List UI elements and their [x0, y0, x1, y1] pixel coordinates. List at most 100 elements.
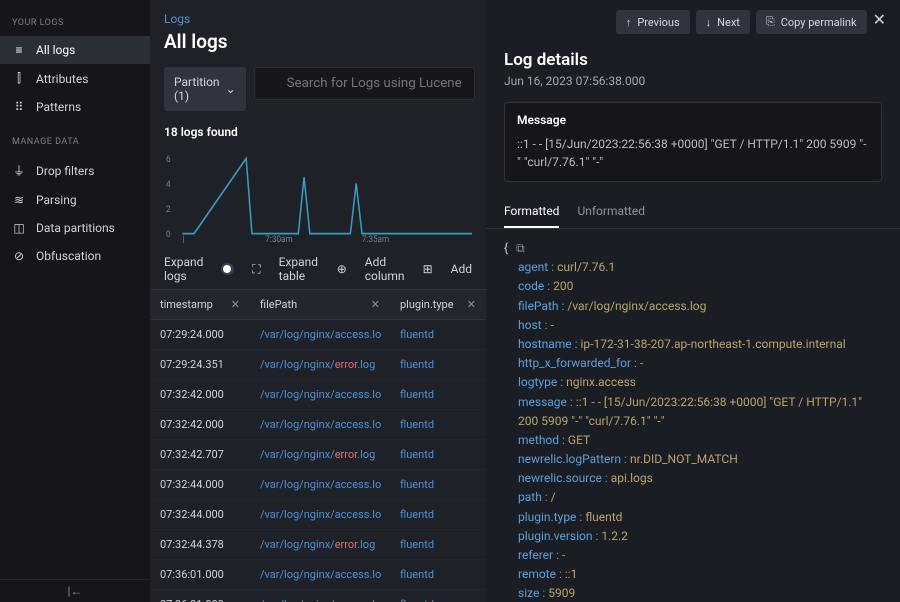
sidebar-icon: ⊘ [12, 249, 26, 263]
expand-table-button[interactable]: Expand table [279, 255, 319, 283]
cell-plugintype: fluentd [390, 320, 486, 349]
table-row[interactable]: 07:36:01.000/var/log/nginx/access.loflue… [150, 590, 486, 602]
cell-timestamp: 07:36:01.000 [150, 590, 250, 602]
table-row[interactable]: 07:32:42.000/var/log/nginx/access.loflue… [150, 410, 486, 440]
kv-key: referer [518, 548, 553, 562]
cell-filepath: /var/log/nginx/access.lo [250, 500, 390, 529]
log-detail-pane: ↑Previous ↓Next ⎘Copy permalink ✕ Log de… [486, 0, 900, 602]
kv-row: method : GET [504, 431, 882, 450]
cell-filepath: /var/log/nginx/access.lo [250, 590, 390, 602]
cell-filepath: /var/log/nginx/access.lo [250, 320, 390, 349]
cell-plugintype: fluentd [390, 470, 486, 499]
table-row[interactable]: 07:32:42.000/var/log/nginx/access.loflue… [150, 380, 486, 410]
cell-filepath: /var/log/nginx/access.lo [250, 560, 390, 589]
logs-chart: 02467:30am7:35am| [150, 149, 486, 249]
kv-row: plugin.type : fluentd [504, 508, 882, 527]
table-row[interactable]: 07:36:01.000/var/log/nginx/access.loflue… [150, 560, 486, 590]
svg-text:2: 2 [166, 205, 171, 216]
kv-row: http_x_forwarded_for : - [504, 354, 882, 373]
partition-button[interactable]: Partition (1) ⌄ [164, 67, 246, 111]
table-row[interactable]: 07:32:44.000/var/log/nginx/access.loflue… [150, 470, 486, 500]
close-icon[interactable]: ✕ [873, 10, 886, 34]
next-button[interactable]: ↓ Next [696, 10, 750, 34]
sidebar-item-data-partitions[interactable]: ◫ Data partitions [0, 214, 150, 242]
svg-text:6: 6 [166, 154, 171, 165]
table-row[interactable]: 07:32:42.707/var/log/nginx/error.logflue… [150, 440, 486, 470]
sidebar: YOUR LOGS ≡All logs⫿Attributes⠿Patterns … [0, 0, 150, 602]
table-row[interactable]: 07:29:24.351/var/log/nginx/error.logflue… [150, 350, 486, 380]
cell-filepath: /var/log/nginx/access.lo [250, 470, 390, 499]
cell-plugintype: fluentd [390, 530, 486, 559]
kv-value: / [551, 490, 556, 504]
kv-value: 200 [553, 279, 573, 293]
sidebar-item-label: Parsing [36, 193, 77, 207]
add-column-button[interactable]: Add column [365, 255, 405, 283]
sidebar-item-all-logs[interactable]: ≡All logs [0, 36, 150, 64]
cell-timestamp: 07:29:24.000 [150, 320, 250, 349]
sidebar-section-your-logs: YOUR LOGS [0, 14, 150, 36]
previous-button[interactable]: ↑Previous [616, 10, 690, 34]
cell-timestamp: 07:29:24.351 [150, 350, 250, 379]
col-plugintype[interactable]: plugin.type [400, 298, 454, 311]
add-button[interactable]: Add [451, 262, 472, 276]
svg-text:7:35am: 7:35am [362, 234, 390, 243]
add-column-icon: ⊕ [337, 262, 347, 276]
cell-filepath: /var/log/nginx/error.log [250, 530, 390, 559]
cell-timestamp: 07:32:42.707 [150, 440, 250, 469]
table-row[interactable]: 07:32:44.378/var/log/nginx/error.logflue… [150, 530, 486, 560]
kv-value: 1.2.2 [601, 529, 628, 543]
sidebar-collapse-toggle[interactable]: |← [0, 579, 150, 602]
sidebar-item-parsing[interactable]: ≋ Parsing [0, 186, 150, 214]
kv-key: remote [518, 567, 556, 581]
breadcrumb[interactable]: Logs [150, 0, 486, 26]
kv-value: api.logs [611, 471, 653, 485]
kv-value: 5909 [548, 586, 575, 600]
kv-key: size [518, 586, 539, 600]
copy-permalink-button[interactable]: ⎘Copy permalink [756, 10, 867, 34]
kv-row: code : 200 [504, 277, 882, 296]
kv-value: - [550, 318, 553, 332]
sidebar-item-attributes[interactable]: ⫿Attributes [0, 64, 150, 93]
copy-json-icon[interactable]: ⧉ [516, 239, 525, 258]
kv-row: host : - [504, 316, 882, 335]
kv-value: - [562, 548, 565, 562]
kv-key: filePath [518, 299, 559, 313]
cell-timestamp: 07:36:01.000 [150, 560, 250, 589]
kv-row: referer : - [504, 546, 882, 565]
tab-formatted[interactable]: Formatted [504, 196, 559, 228]
kv-row: remote : ::1 [504, 565, 882, 584]
next-label: Next [717, 16, 740, 29]
cell-plugintype: fluentd [390, 410, 486, 439]
sidebar-item-patterns[interactable]: ⠿Patterns [0, 93, 150, 121]
cell-plugintype: fluentd [390, 500, 486, 529]
kv-key: host [518, 318, 542, 332]
search-input[interactable] [254, 67, 475, 100]
sidebar-icon: ≋ [12, 193, 26, 207]
col-timestamp[interactable]: timestamp [160, 298, 213, 311]
expand-logs-toggle[interactable] [221, 263, 234, 275]
remove-col-timestamp[interactable]: ✕ [231, 298, 240, 311]
table-row[interactable]: 07:32:44.000/var/log/nginx/access.loflue… [150, 500, 486, 530]
kv-key: http_x_forwarded_for [518, 356, 631, 370]
page-title: All logs [150, 26, 486, 67]
arrow-down-icon: ↓ [706, 16, 712, 29]
logs-found-count: 18 logs found [150, 125, 486, 149]
sidebar-item-drop-filters[interactable]: ⏚Drop filters [0, 155, 150, 186]
svg-text:|: | [182, 234, 184, 243]
svg-text:0: 0 [166, 230, 171, 241]
cell-filepath: /var/log/nginx/error.log [250, 440, 390, 469]
cell-filepath: /var/log/nginx/access.lo [250, 410, 390, 439]
kv-key: path [518, 490, 542, 504]
kv-row: filePath : /var/log/nginx/access.log [504, 297, 882, 316]
sidebar-item-obfuscation[interactable]: ⊘Obfuscation [0, 242, 150, 270]
expand-table-icon: ⛶ [252, 262, 260, 277]
sidebar-item-label: Data partitions [36, 221, 115, 235]
table-row[interactable]: 07:29:24.000/var/log/nginx/access.loflue… [150, 320, 486, 350]
tab-unformatted[interactable]: Unformatted [577, 196, 645, 228]
remove-col-plugintype[interactable]: ✕ [467, 298, 476, 311]
col-filepath[interactable]: filePath [260, 298, 297, 311]
sidebar-icon: ◫ [12, 221, 26, 235]
kv-value: ip-172-31-38-207.ap-northeast-1.compute.… [581, 337, 846, 351]
logs-pane: Logs All logs Partition (1) ⌄ 🔍 18 logs … [150, 0, 486, 602]
remove-col-filepath[interactable]: ✕ [371, 298, 380, 311]
